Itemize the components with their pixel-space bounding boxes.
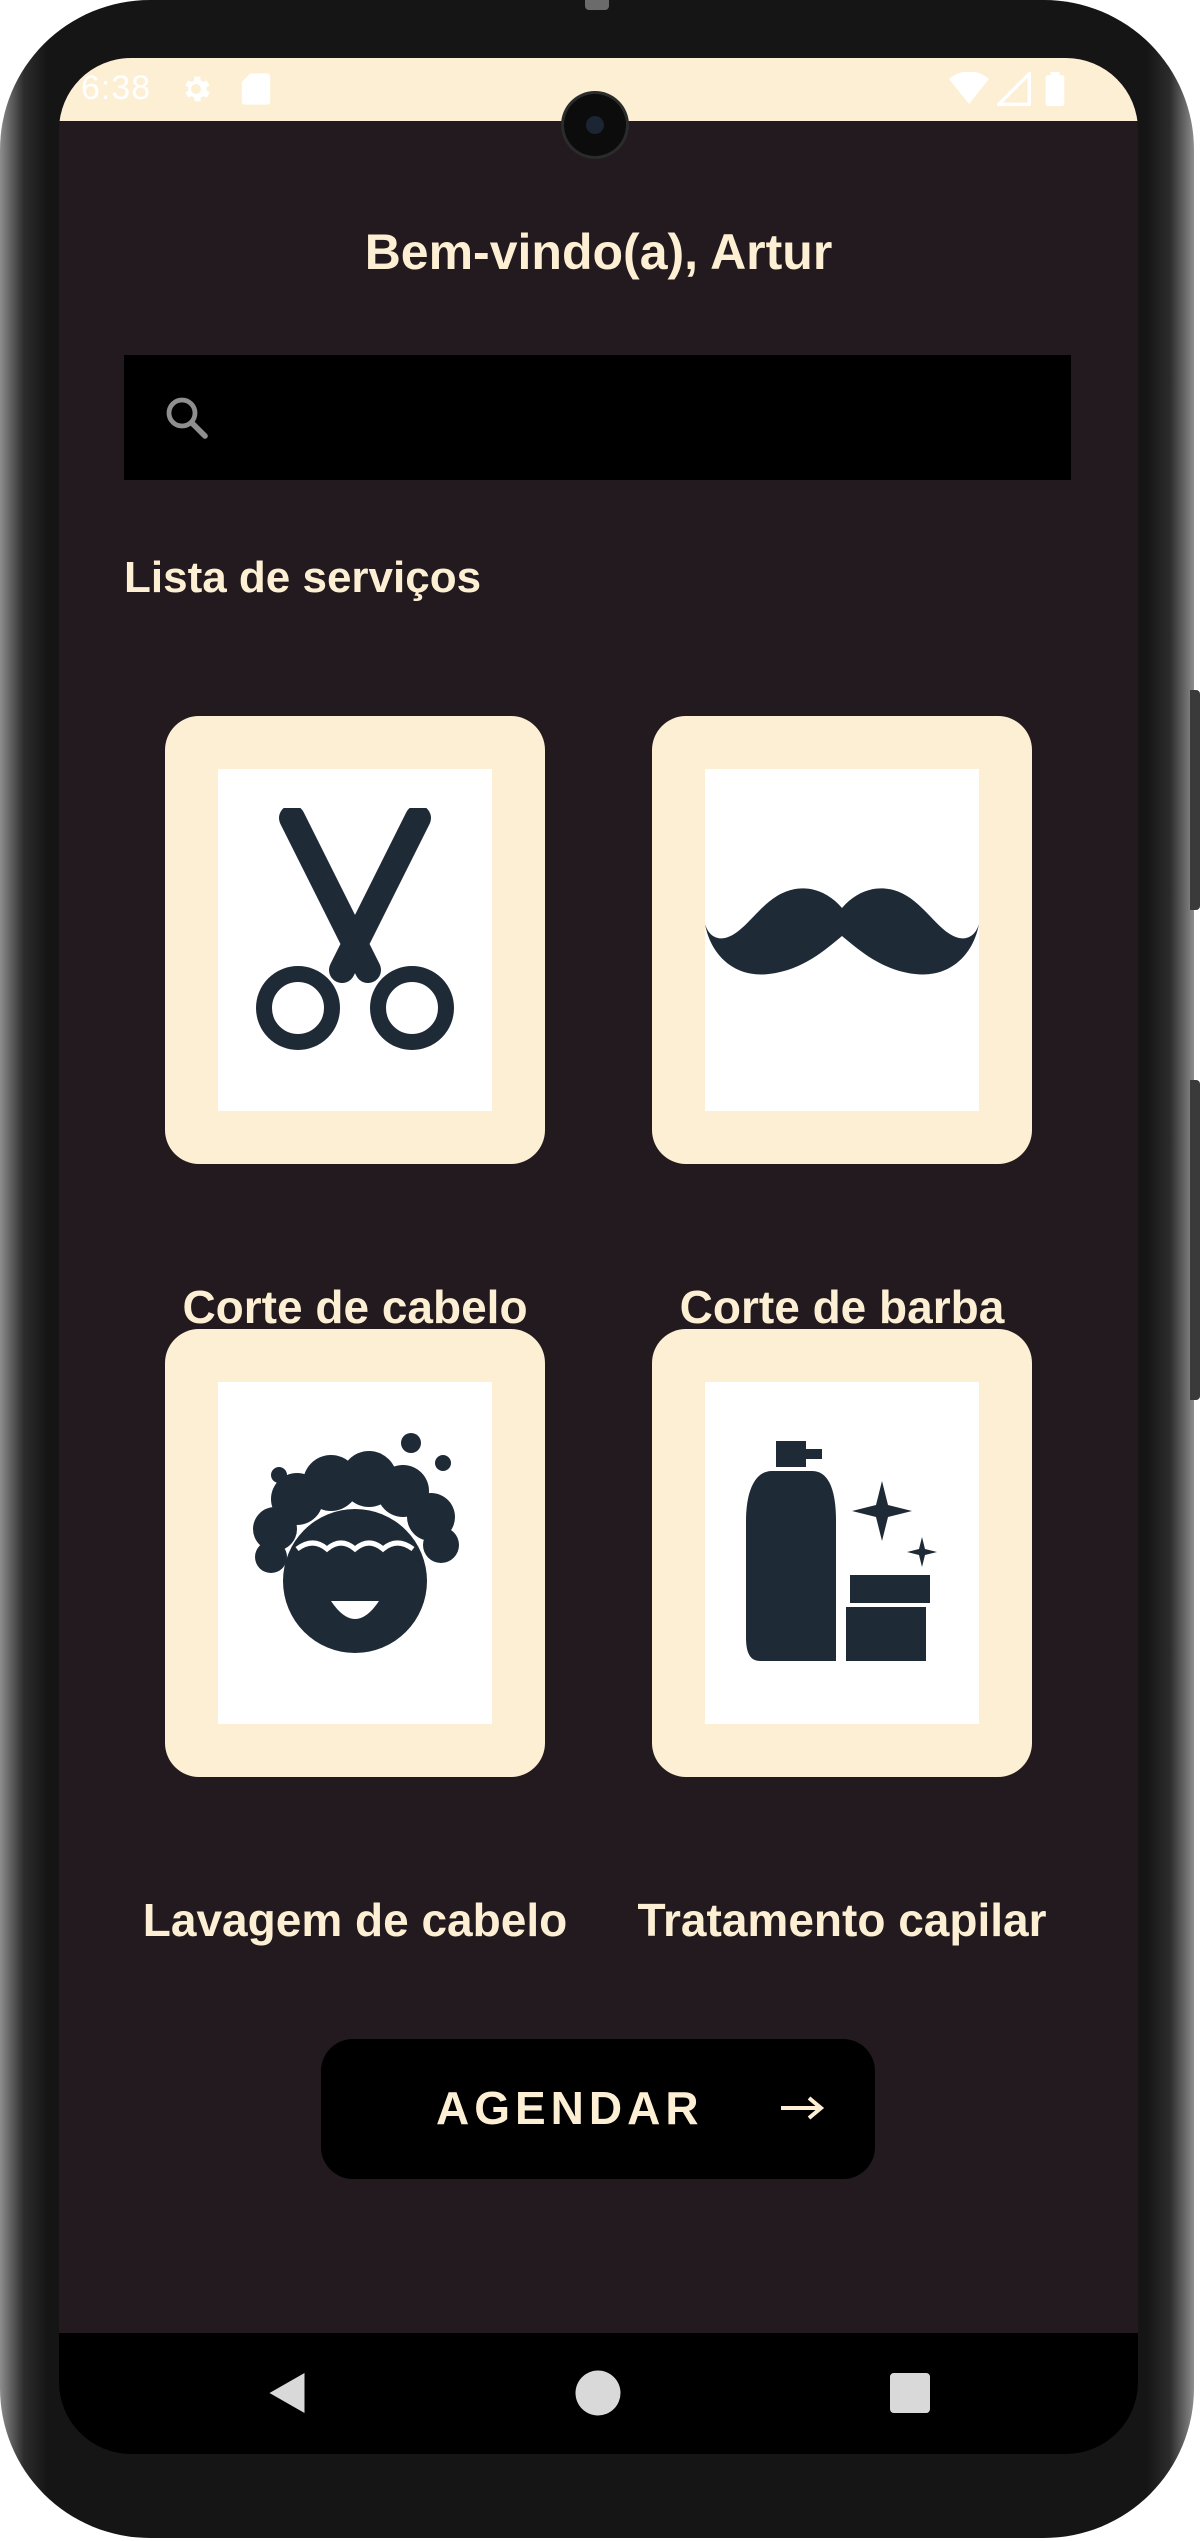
front-camera: [564, 94, 626, 156]
phone-top-notch: [585, 0, 609, 10]
schedule-button-label: AGENDAR: [436, 2082, 704, 2134]
search-input[interactable]: [234, 355, 1058, 482]
service-card-beard[interactable]: [652, 716, 1032, 1164]
settings-icon: [179, 72, 213, 111]
service-image: [218, 1382, 492, 1724]
schedule-button[interactable]: AGENDAR: [321, 2039, 875, 2179]
search-bar[interactable]: [124, 355, 1071, 482]
welcome-title: Bem-vindo(a), Artur: [364, 224, 833, 280]
service-image: [218, 769, 492, 1111]
service-image: [705, 1382, 979, 1724]
status-time: 6:38: [81, 69, 152, 107]
back-icon[interactable]: [262, 2368, 312, 2418]
signal-icon: [994, 69, 1031, 111]
scissors-icon: [240, 804, 470, 1073]
hair-treatment-icon: [732, 1421, 952, 1686]
volume-button: [1190, 1080, 1200, 1400]
power-button: [1190, 690, 1200, 910]
wifi-icon: [949, 71, 989, 111]
service-card-hair-wash[interactable]: [165, 1329, 545, 1777]
services-section-title: Lista de serviços: [124, 553, 482, 602]
service-card-hair-treatment[interactable]: [652, 1329, 1032, 1777]
service-image: [705, 769, 979, 1111]
service-label-hair-treatment[interactable]: Tratamento capilar: [592, 1893, 1092, 1947]
service-label-haircut[interactable]: Corte de cabelo: [105, 1280, 605, 1334]
home-icon[interactable]: [573, 2368, 623, 2418]
sd-card-icon: [241, 72, 271, 111]
phone-screen: 6:38 Bem-vindo(a), Artur Lista de serviç…: [59, 58, 1138, 2454]
service-label-hair-wash[interactable]: Lavagem de cabelo: [105, 1893, 605, 1947]
battery-icon: [1044, 72, 1066, 111]
hair-wash-icon: [235, 1421, 475, 1686]
system-nav-bar: [59, 2333, 1138, 2454]
arrow-right-icon: [779, 2094, 825, 2125]
service-label-beard[interactable]: Corte de barba: [592, 1280, 1092, 1334]
recents-icon[interactable]: [885, 2368, 935, 2418]
search-icon[interactable]: [162, 393, 210, 446]
service-card-haircut[interactable]: [165, 716, 545, 1164]
mustache-icon: [705, 878, 979, 1003]
